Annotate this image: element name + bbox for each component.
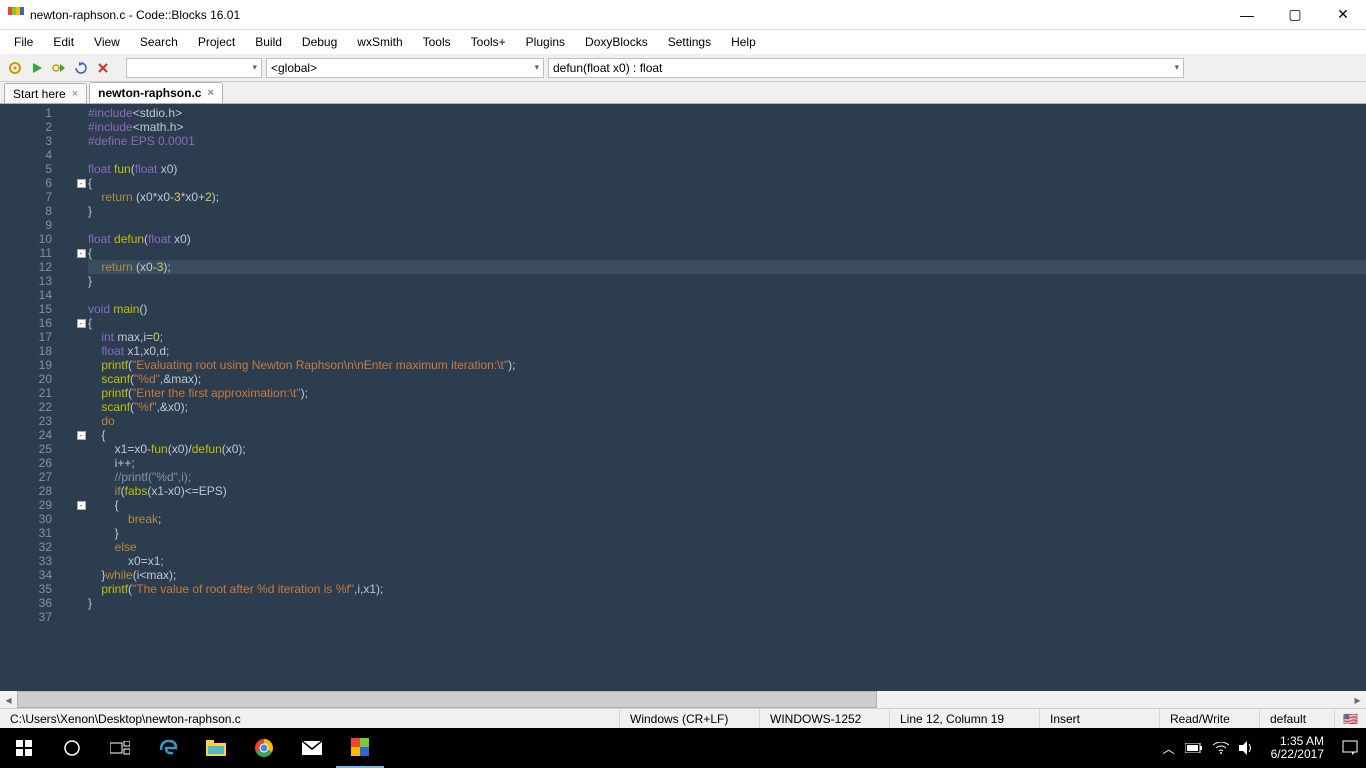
statusbar: C:\Users\Xenon\Desktop\newton-raphson.c …: [0, 708, 1366, 728]
app-icon: [8, 7, 24, 23]
fold-toggle[interactable]: -: [77, 431, 86, 440]
tab-newton-raphson-c[interactable]: newton-raphson.c×: [89, 82, 223, 103]
menu-help[interactable]: Help: [721, 31, 766, 53]
build-run-icon[interactable]: [50, 59, 68, 77]
tab-start-here[interactable]: Start here×: [4, 83, 87, 103]
menu-plugins[interactable]: Plugins: [516, 31, 575, 53]
menu-edit[interactable]: Edit: [43, 31, 84, 53]
codeblocks-taskbar-icon[interactable]: [336, 728, 384, 768]
taskbar-clock[interactable]: 1:35 AM 6/22/2017: [1263, 735, 1332, 761]
line-number-gutter: 1234567891011121314151617181920212223242…: [0, 104, 60, 691]
target-dropdown[interactable]: ▾: [126, 58, 262, 78]
window-title: newton-raphson.c - Code::Blocks 16.01: [30, 8, 1232, 22]
wifi-icon[interactable]: [1213, 742, 1229, 754]
tabbar: Start here×newton-raphson.c×: [0, 82, 1366, 104]
bookmark-margin: [60, 104, 74, 691]
fold-toggle[interactable]: -: [77, 501, 86, 510]
status-filepath: C:\Users\Xenon\Desktop\newton-raphson.c: [0, 709, 620, 728]
close-button[interactable]: ✕: [1328, 0, 1358, 30]
menu-settings[interactable]: Settings: [658, 31, 721, 53]
windows-taskbar: ︿ 1:35 AM 6/22/2017: [0, 728, 1366, 768]
horizontal-scrollbar[interactable]: ◂ ▸: [0, 691, 1366, 708]
menu-view[interactable]: View: [84, 31, 130, 53]
menu-debug[interactable]: Debug: [292, 31, 347, 53]
status-encoding: WINDOWS-1252: [760, 709, 890, 728]
language-flag-icon[interactable]: 🇺🇸: [1335, 712, 1366, 726]
menubar: FileEditViewSearchProjectBuildDebugwxSmi…: [0, 30, 1366, 54]
cortana-icon[interactable]: [48, 728, 96, 768]
tray-chevron-icon[interactable]: ︿: [1163, 740, 1175, 757]
status-cursor-pos: Line 12, Column 19: [890, 709, 1040, 728]
tab-close-icon[interactable]: ×: [207, 87, 213, 99]
battery-icon[interactable]: [1185, 743, 1203, 753]
fold-toggle[interactable]: -: [77, 179, 86, 188]
menu-doxyblocks[interactable]: DoxyBlocks: [575, 31, 658, 53]
fold-toggle[interactable]: -: [77, 319, 86, 328]
editor-area: 1234567891011121314151617181920212223242…: [0, 104, 1366, 708]
scope-dropdown[interactable]: <global>▾: [266, 58, 544, 78]
menu-build[interactable]: Build: [245, 31, 292, 53]
action-center-icon[interactable]: [1342, 740, 1358, 756]
gear-icon[interactable]: [6, 59, 24, 77]
toolbar: ▾ <global>▾ defun(float x0) : float▾: [0, 54, 1366, 82]
fold-toggle[interactable]: -: [77, 249, 86, 258]
status-eol: Windows (CR+LF): [620, 709, 760, 728]
status-profile: default: [1260, 709, 1335, 728]
menu-wxsmith[interactable]: wxSmith: [347, 31, 412, 53]
chrome-icon[interactable]: [240, 728, 288, 768]
menu-search[interactable]: Search: [130, 31, 188, 53]
volume-icon[interactable]: [1239, 741, 1253, 755]
status-insert-mode: Insert: [1040, 709, 1160, 728]
symbol-dropdown[interactable]: defun(float x0) : float▾: [548, 58, 1184, 78]
abort-icon[interactable]: [94, 59, 112, 77]
start-button[interactable]: [0, 728, 48, 768]
menu-project[interactable]: Project: [188, 31, 245, 53]
fold-margin: - - - - -: [74, 104, 88, 691]
run-icon[interactable]: [28, 59, 46, 77]
status-readwrite: Read/Write: [1160, 709, 1260, 728]
minimize-button[interactable]: —: [1232, 0, 1262, 30]
maximize-button[interactable]: ▢: [1280, 0, 1310, 30]
edge-icon[interactable]: [144, 728, 192, 768]
menu-file[interactable]: File: [4, 31, 43, 53]
rebuild-icon[interactable]: [72, 59, 90, 77]
code-editor[interactable]: #include<stdio.h>#include<math.h>#define…: [88, 104, 1366, 691]
menu-tools[interactable]: Tools: [413, 31, 461, 53]
mail-icon[interactable]: [288, 728, 336, 768]
taskview-icon[interactable]: [96, 728, 144, 768]
scrollbar-thumb[interactable]: [17, 691, 877, 708]
tab-close-icon[interactable]: ×: [72, 88, 78, 100]
menu-tools+[interactable]: Tools+: [461, 31, 516, 53]
titlebar: newton-raphson.c - Code::Blocks 16.01 — …: [0, 0, 1366, 30]
file-explorer-icon[interactable]: [192, 728, 240, 768]
